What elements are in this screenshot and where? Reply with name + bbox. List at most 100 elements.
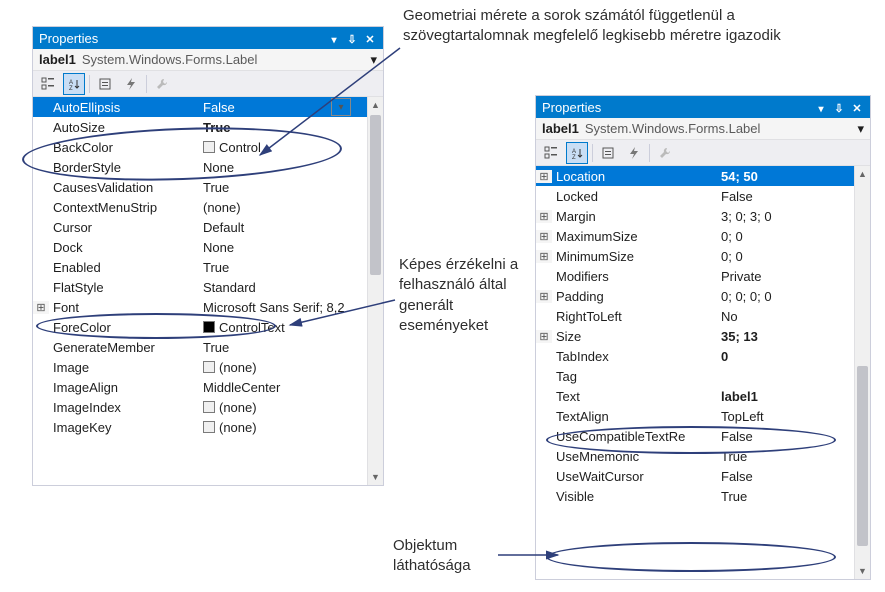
property-value[interactable]: Control [199, 140, 367, 155]
expand-icon[interactable]: ⊞ [536, 230, 552, 243]
scroll-up-icon[interactable]: ▲ [855, 166, 870, 182]
property-row[interactable]: VisibleTrue [536, 486, 854, 506]
autohide-icon[interactable] [345, 31, 359, 46]
expand-icon[interactable]: ⊞ [536, 290, 552, 303]
property-row[interactable]: ⊞Margin3; 0; 3; 0 [536, 206, 854, 226]
autohide-icon[interactable] [832, 100, 846, 115]
property-row[interactable]: ⊞FontMicrosoft Sans Serif; 8,2 [33, 297, 367, 317]
scroll-thumb[interactable] [857, 366, 868, 546]
property-value[interactable]: ControlText [199, 320, 367, 335]
expand-icon[interactable]: ⊞ [536, 210, 552, 223]
property-value[interactable]: None [199, 240, 367, 255]
categorized-icon[interactable] [37, 73, 59, 95]
property-row[interactable]: Textlabel1 [536, 386, 854, 406]
property-row[interactable]: BackColorControl [33, 137, 367, 157]
property-value[interactable]: (none) [199, 420, 367, 435]
property-value[interactable]: 0; 0 [717, 249, 854, 264]
property-row[interactable]: RightToLeftNo [536, 306, 854, 326]
categorized-icon[interactable] [540, 142, 562, 164]
property-row[interactable]: EnabledTrue [33, 257, 367, 277]
property-value[interactable]: False [717, 189, 854, 204]
property-row[interactable]: TextAlignTopLeft [536, 406, 854, 426]
value-dropdown-icon[interactable]: ▾ [331, 98, 351, 116]
property-row[interactable]: GenerateMemberTrue [33, 337, 367, 357]
chevron-down-icon[interactable]: ▾ [370, 52, 377, 68]
events-icon[interactable] [120, 73, 142, 95]
property-row[interactable]: BorderStyleNone [33, 157, 367, 177]
property-row[interactable]: ⊞Padding0; 0; 0; 0 [536, 286, 854, 306]
property-row[interactable]: Image(none) [33, 357, 367, 377]
scroll-down-icon[interactable]: ▼ [368, 469, 383, 485]
close-icon[interactable] [363, 31, 377, 46]
property-value[interactable]: 0; 0; 0; 0 [717, 289, 854, 304]
property-value[interactable]: TopLeft [717, 409, 854, 424]
property-value[interactable]: Microsoft Sans Serif; 8,2 [199, 300, 367, 315]
property-value[interactable]: True [717, 449, 854, 464]
property-row[interactable]: ⊞MaximumSize0; 0 [536, 226, 854, 246]
window-position-icon[interactable] [814, 100, 828, 115]
property-value[interactable]: True [199, 120, 367, 135]
property-row[interactable]: LockedFalse [536, 186, 854, 206]
property-row[interactable]: ⊞Size35; 13 [536, 326, 854, 346]
property-value[interactable]: (none) [199, 400, 367, 415]
chevron-down-icon[interactable]: ▾ [857, 121, 864, 137]
property-row[interactable]: UseMnemonicTrue [536, 446, 854, 466]
property-row[interactable]: AutoEllipsisFalse▾ [33, 97, 367, 117]
expand-icon[interactable]: ⊞ [536, 330, 552, 343]
property-value[interactable]: Private [717, 269, 854, 284]
property-row[interactable]: Tag [536, 366, 854, 386]
property-value[interactable]: 35; 13 [717, 329, 854, 344]
object-selector[interactable]: label1 System.Windows.Forms.Label ▾ [536, 118, 870, 140]
property-row[interactable]: FlatStyleStandard [33, 277, 367, 297]
property-row[interactable]: CausesValidationTrue [33, 177, 367, 197]
property-row[interactable]: CursorDefault [33, 217, 367, 237]
scrollbar[interactable]: ▲ ▼ [367, 97, 383, 485]
property-value[interactable]: No [717, 309, 854, 324]
property-row[interactable]: UseCompatibleTextReFalse [536, 426, 854, 446]
property-row[interactable]: ForeColorControlText [33, 317, 367, 337]
property-value[interactable]: True [199, 340, 367, 355]
alphabetical-icon[interactable]: AZ [566, 142, 588, 164]
property-value[interactable]: 0 [717, 349, 854, 364]
property-row[interactable]: ImageAlignMiddleCenter [33, 377, 367, 397]
property-value[interactable]: 3; 0; 3; 0 [717, 209, 854, 224]
property-row[interactable]: AutoSizeTrue [33, 117, 367, 137]
property-row[interactable]: DockNone [33, 237, 367, 257]
property-row[interactable]: ContextMenuStrip(none) [33, 197, 367, 217]
property-row[interactable]: ImageIndex(none) [33, 397, 367, 417]
property-value[interactable]: Standard [199, 280, 367, 295]
property-value[interactable]: (none) [199, 360, 367, 375]
property-row[interactable]: UseWaitCursorFalse [536, 466, 854, 486]
property-value[interactable]: True [199, 180, 367, 195]
scrollbar[interactable]: ▲ ▼ [854, 166, 870, 579]
property-value[interactable]: MiddleCenter [199, 380, 367, 395]
object-selector[interactable]: label1 System.Windows.Forms.Label ▾ [33, 49, 383, 71]
property-value[interactable]: False [717, 469, 854, 484]
scroll-thumb[interactable] [370, 115, 381, 275]
property-value[interactable]: 0; 0 [717, 229, 854, 244]
property-row[interactable]: ⊞Location54; 50 [536, 166, 854, 186]
properties-page-icon[interactable] [597, 142, 619, 164]
scroll-down-icon[interactable]: ▼ [855, 563, 870, 579]
property-row[interactable]: TabIndex0 [536, 346, 854, 366]
events-icon[interactable] [623, 142, 645, 164]
property-value[interactable]: True [717, 489, 854, 504]
property-row[interactable]: ⊞MinimumSize0; 0 [536, 246, 854, 266]
property-row[interactable]: ImageKey(none) [33, 417, 367, 437]
close-icon[interactable] [850, 100, 864, 115]
property-value[interactable]: label1 [717, 389, 854, 404]
alphabetical-icon[interactable]: AZ [63, 73, 85, 95]
property-row[interactable]: ModifiersPrivate [536, 266, 854, 286]
window-position-icon[interactable] [327, 31, 341, 46]
property-value[interactable]: Default [199, 220, 367, 235]
property-value[interactable]: True [199, 260, 367, 275]
property-value[interactable]: False [717, 429, 854, 444]
scroll-up-icon[interactable]: ▲ [368, 97, 383, 113]
expand-icon[interactable]: ⊞ [536, 250, 552, 263]
property-value[interactable]: 54; 50 [717, 169, 854, 184]
property-value[interactable]: (none) [199, 200, 367, 215]
property-value[interactable]: False [199, 100, 331, 115]
expand-icon[interactable]: ⊞ [33, 301, 49, 314]
properties-page-icon[interactable] [94, 73, 116, 95]
property-value[interactable]: None [199, 160, 367, 175]
